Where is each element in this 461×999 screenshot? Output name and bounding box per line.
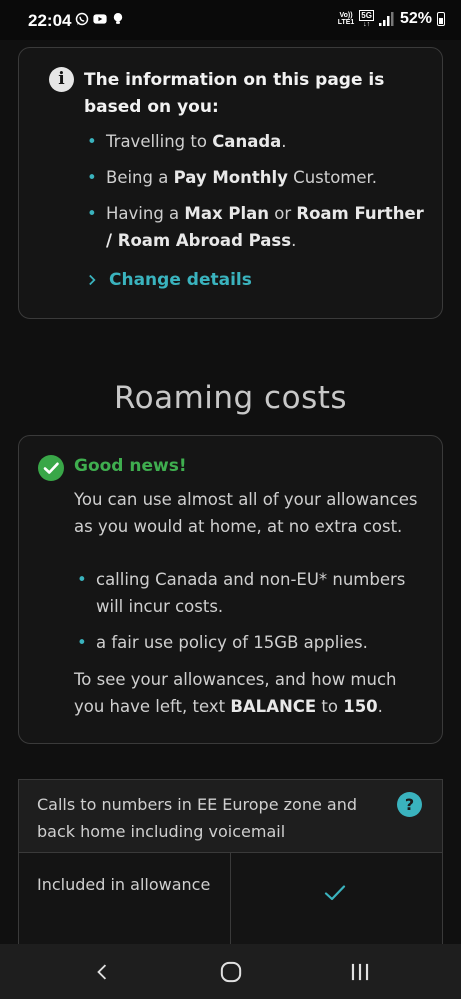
info-bullet-list: Travelling to Canada. Being a Pay Monthl…	[87, 128, 432, 263]
balance-instructions: To see your allowances, and how much you…	[74, 666, 424, 720]
lte-label: LTE1	[337, 19, 355, 26]
recent-apps-button[interactable]	[320, 944, 400, 999]
system-icons: Vo)) LTE1 5G ↓↑ 52%	[338, 10, 445, 28]
change-details-link[interactable]: Change details	[88, 270, 252, 290]
table-header-text: Calls to numbers in EE Europe zone and b…	[37, 795, 357, 841]
sms-keyword: BALANCE	[230, 697, 317, 716]
bullet-text: Having a	[106, 204, 185, 223]
back-chevron-icon	[97, 963, 107, 980]
table-header: Calls to numbers in EE Europe zone and b…	[19, 780, 442, 853]
android-nav-bar	[0, 944, 461, 999]
data-arrows: ↓↑	[363, 21, 371, 28]
bullet-text: Travelling to	[106, 132, 213, 151]
help-icon[interactable]: ?	[397, 792, 422, 817]
good-news-card: Good news! You can use almost all of you…	[18, 435, 443, 744]
check-icon	[324, 885, 346, 901]
notification-icons	[75, 12, 125, 26]
volte-label: Vo))	[339, 12, 353, 19]
change-details-label: Change details	[109, 270, 252, 290]
info-bullet-customer-type: Being a Pay Monthly Customer.	[87, 164, 432, 191]
info-title: The information on this page is based on…	[84, 70, 385, 117]
footer-text: to	[316, 697, 344, 716]
chevron-right-icon	[89, 274, 96, 286]
list-item: a fair use policy of 15GB applies.	[77, 629, 427, 656]
footer-text: .	[377, 697, 383, 716]
table-row-value-cell	[231, 853, 442, 950]
battery-icon	[437, 12, 445, 26]
good-news-body: You can use almost all of your allowance…	[74, 490, 418, 536]
roaming-costs-table: Calls to numbers in EE Europe zone and b…	[18, 779, 443, 950]
status-time: 22:04	[28, 11, 72, 30]
bullet-text: .	[291, 231, 297, 250]
whatsapp-icon	[75, 12, 89, 26]
info-bullet-destination: Travelling to Canada.	[87, 128, 432, 155]
info-icon: i	[49, 67, 74, 92]
network-label: 5G	[359, 10, 374, 21]
bullet-text: Customer.	[287, 168, 378, 187]
status-bar: 22:04 Vo)) LTE1 5G ↓↑ 52%	[0, 0, 461, 40]
back-button[interactable]	[62, 944, 142, 999]
good-news-bullet-list: calling Canada and non-EU* numbers will …	[77, 566, 427, 665]
customer-type-value: Pay Monthly	[173, 168, 288, 187]
list-item: calling Canada and non-EU* numbers will …	[77, 566, 427, 620]
destination-value: Canada	[212, 132, 282, 151]
bullet-text: .	[281, 132, 287, 151]
home-icon	[220, 961, 242, 982]
network-indicator: 5G ↓↑	[359, 10, 374, 28]
signal-icon	[378, 12, 394, 26]
info-bullet-plan: Having a Max Plan or Roam Further / Roam…	[87, 200, 432, 254]
plan-value: Max Plan	[184, 204, 269, 223]
check-circle-icon	[38, 455, 64, 481]
battery-percentage: 52%	[399, 10, 432, 27]
good-news-title: Good news!	[74, 456, 187, 476]
bullet-text: or	[268, 204, 297, 223]
volte-indicator: Vo)) LTE1	[338, 12, 355, 26]
section-title: Roaming costs	[113, 380, 348, 416]
bulb-icon	[113, 13, 123, 24]
sms-number: 150	[343, 697, 378, 716]
recent-apps-icon	[351, 963, 369, 980]
home-button[interactable]	[191, 944, 271, 999]
row-label: Included in allowance	[37, 875, 211, 894]
youtube-icon	[93, 14, 107, 24]
bullet-text: Being a	[106, 168, 174, 187]
table-row-label-cell: Included in allowance	[19, 853, 231, 950]
